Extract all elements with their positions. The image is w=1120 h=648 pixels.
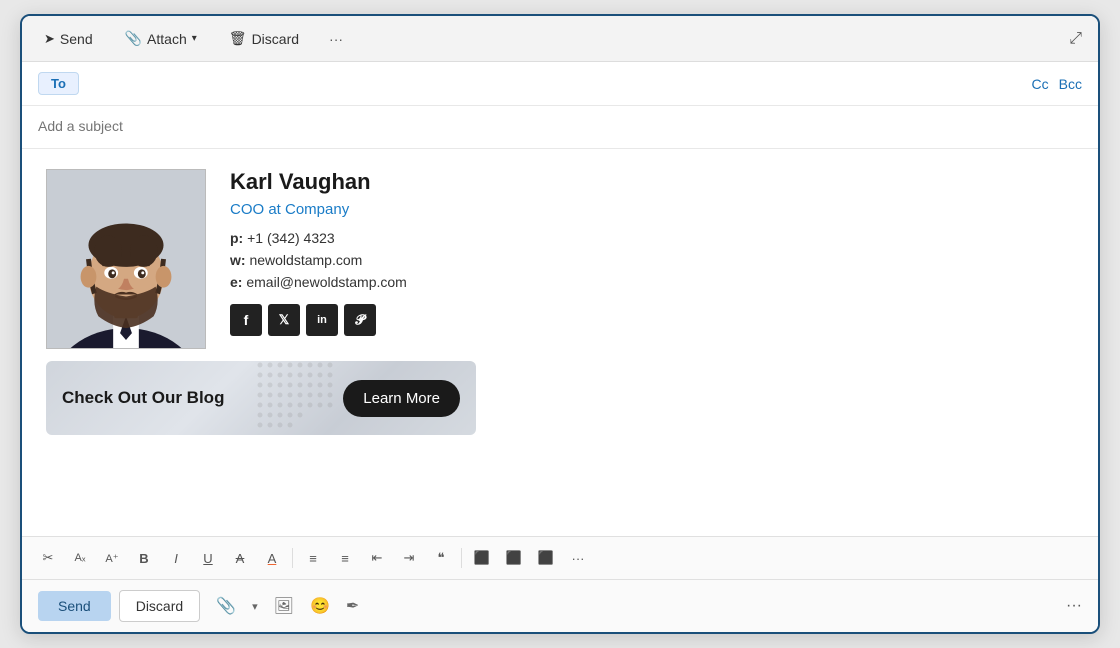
format-indent-decrease-button[interactable]: ⇤ bbox=[363, 545, 391, 571]
format-font-size-decrease-button[interactable]: Aₓ bbox=[66, 545, 94, 571]
email-signature: Karl Vaughan COO at Company p: +1 (342) … bbox=[46, 169, 1074, 435]
signature-name: Karl Vaughan bbox=[230, 169, 407, 195]
format-cut-button[interactable]: ✂ bbox=[34, 545, 62, 571]
action-icons: 📎 ▾ 🖼 😊 ✒ bbox=[212, 592, 363, 620]
discard-button[interactable]: 🗑 Discard bbox=[223, 26, 305, 51]
signature-socials: f 𝕏 in 𝓟 bbox=[230, 304, 407, 336]
bcc-button[interactable]: Bcc bbox=[1059, 76, 1082, 92]
signature-banner: Check Out Our Blog Learn More bbox=[46, 361, 476, 435]
attach-chevron-icon: ▾ bbox=[192, 33, 197, 44]
facebook-icon[interactable]: f bbox=[230, 304, 262, 336]
phone-value: +1 (342) 4323 bbox=[247, 230, 335, 246]
subject-row bbox=[22, 106, 1098, 149]
format-underline-button[interactable]: U bbox=[194, 545, 222, 571]
phone-label: p: bbox=[230, 230, 243, 246]
format-divider-2 bbox=[461, 548, 462, 568]
signature-phone: p: +1 (342) 4323 bbox=[230, 230, 407, 246]
to-label[interactable]: To bbox=[38, 72, 79, 95]
format-font-size-increase-button[interactable]: A⁺ bbox=[98, 545, 126, 571]
signature-avatar bbox=[46, 169, 206, 349]
discard-icon: 🗑 bbox=[229, 30, 247, 47]
cc-button[interactable]: Cc bbox=[1032, 76, 1049, 92]
discard-label: Discard bbox=[252, 31, 299, 47]
banner-text: Check Out Our Blog bbox=[62, 388, 224, 408]
email-body[interactable]: Karl Vaughan COO at Company p: +1 (342) … bbox=[22, 149, 1098, 536]
email-label: e: bbox=[230, 274, 242, 290]
format-indent-increase-button[interactable]: ⇥ bbox=[395, 545, 423, 571]
format-list-button[interactable]: ≡ bbox=[331, 545, 359, 571]
cc-bcc-area: Cc Bcc bbox=[1032, 76, 1082, 92]
send-icon: ➤ bbox=[44, 31, 55, 47]
action-bar: Send Discard 📎 ▾ 🖼 😊 ✒ ··· bbox=[22, 579, 1098, 632]
format-align-right-button[interactable]: ⬛ bbox=[532, 545, 560, 571]
format-divider-1 bbox=[292, 548, 293, 568]
emoji-icon-button[interactable]: 😊 bbox=[306, 592, 334, 620]
action-more-button[interactable]: ··· bbox=[1066, 597, 1082, 615]
attach-button[interactable]: 📎 Attach ▾ bbox=[119, 26, 203, 51]
to-row: To Cc Bcc bbox=[22, 62, 1098, 106]
signature-web: w: newoldstamp.com bbox=[230, 252, 407, 268]
signature-email: e: email@newoldstamp.com bbox=[230, 274, 407, 290]
format-quote-button[interactable]: ❝ bbox=[427, 545, 455, 571]
attach-label: Attach bbox=[147, 31, 187, 47]
twitter-icon[interactable]: 𝕏 bbox=[268, 304, 300, 336]
learn-more-button[interactable]: Learn More bbox=[343, 380, 460, 417]
send-label: Send bbox=[60, 31, 93, 47]
top-toolbar: ➤ Send 📎 Attach ▾ 🗑 Discard ··· ⤢ bbox=[22, 16, 1098, 62]
format-strikethrough-button[interactable]: A bbox=[226, 545, 254, 571]
signature-info: Karl Vaughan COO at Company p: +1 (342) … bbox=[230, 169, 407, 336]
format-more-button[interactable]: ··· bbox=[564, 545, 592, 571]
to-input[interactable] bbox=[89, 76, 1032, 92]
image-icon-button[interactable]: 🖼 bbox=[270, 592, 298, 620]
attach-icon: 📎 bbox=[125, 30, 142, 47]
bottom-send-button[interactable]: Send bbox=[38, 591, 111, 621]
more-options-button[interactable]: ··· bbox=[329, 31, 343, 47]
signature-title: COO at Company bbox=[230, 201, 407, 218]
format-align-left-button[interactable]: ≡ bbox=[299, 545, 327, 571]
format-italic-button[interactable]: I bbox=[162, 545, 190, 571]
expand-button[interactable]: ⤢ bbox=[1069, 30, 1082, 48]
format-toolbar: ✂ Aₓ A⁺ B I U A A ≡ ≡ ⇤ ⇥ ❝ ⬛ ⬛ ⬛ ··· bbox=[22, 536, 1098, 579]
attach-icon-button[interactable]: 📎 bbox=[212, 592, 240, 620]
email-compose-window: ➤ Send 📎 Attach ▾ 🗑 Discard ··· ⤢ To Cc … bbox=[20, 14, 1100, 634]
send-button[interactable]: ➤ Send bbox=[38, 27, 99, 51]
linkedin-icon[interactable]: in bbox=[306, 304, 338, 336]
subject-input[interactable] bbox=[38, 118, 1082, 134]
format-bold-button[interactable]: B bbox=[130, 545, 158, 571]
signature-top: Karl Vaughan COO at Company p: +1 (342) … bbox=[46, 169, 1074, 349]
bottom-discard-button[interactable]: Discard bbox=[119, 590, 200, 622]
signature-icon-button[interactable]: ✒ bbox=[342, 592, 363, 620]
pinterest-icon[interactable]: 𝓟 bbox=[344, 304, 376, 336]
banner-dots bbox=[256, 361, 336, 435]
format-align-center-button[interactable]: ⬛ bbox=[500, 545, 528, 571]
web-label: w: bbox=[230, 252, 246, 268]
email-value: email@newoldstamp.com bbox=[246, 274, 407, 290]
web-value: newoldstamp.com bbox=[249, 252, 362, 268]
format-color-button[interactable]: A bbox=[258, 545, 286, 571]
attach-chevron-button[interactable]: ▾ bbox=[248, 596, 262, 617]
format-align-left2-button[interactable]: ⬛ bbox=[468, 545, 496, 571]
